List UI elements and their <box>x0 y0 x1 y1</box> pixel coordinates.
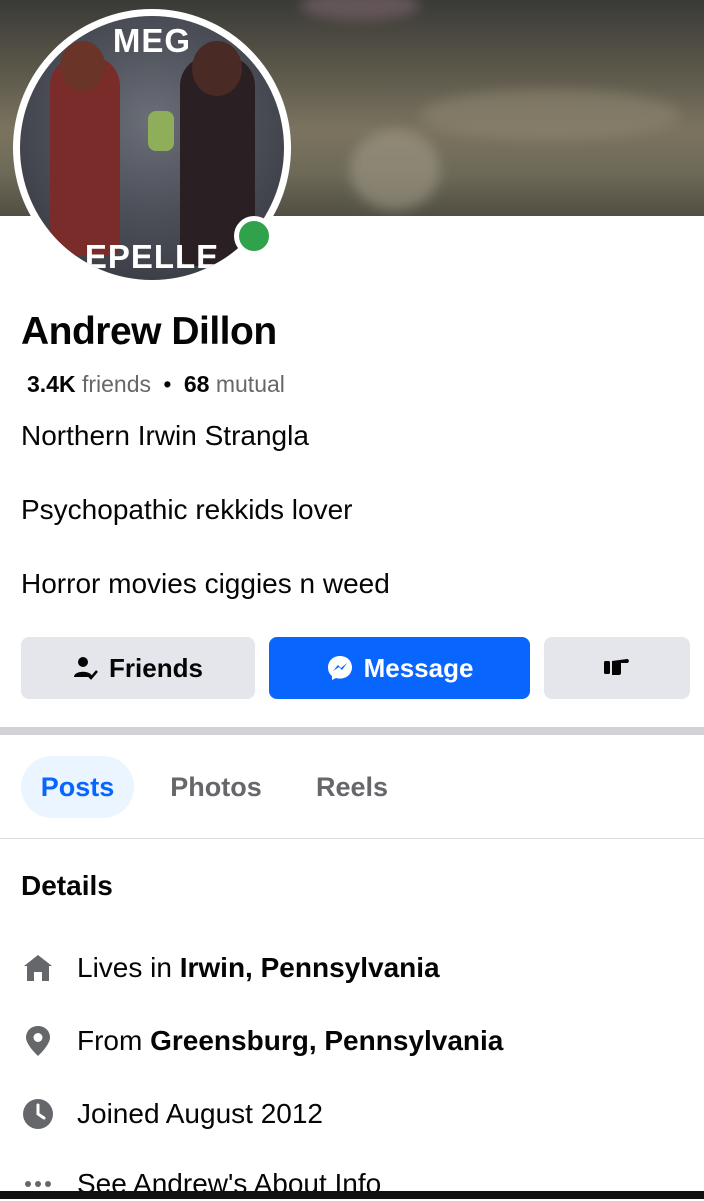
cover-road <box>420 90 680 140</box>
lives-prefix: Lives in <box>77 952 172 983</box>
bio-line-1: Northern Irwin Strangla <box>21 420 309 451</box>
lives-place[interactable]: Irwin, Pennsylvania <box>180 952 440 984</box>
tabs-divider <box>0 838 704 839</box>
poke-hand-icon <box>603 653 631 684</box>
avatar-spray-can <box>148 111 174 151</box>
bio-line-2: Psychopathic rekkids lover <box>21 494 353 525</box>
tab-reels[interactable]: Reels <box>298 756 406 818</box>
cover-figure <box>350 130 440 210</box>
profile-name: Andrew Dillon <box>21 310 277 353</box>
messenger-icon <box>326 654 354 682</box>
detail-from: From Greensburg, Pennsylvania <box>21 1024 503 1058</box>
tab-photos[interactable]: Photos <box>158 756 274 818</box>
details-heading: Details <box>21 870 113 901</box>
friends-button-label: Friends <box>109 652 203 683</box>
joined-text: Joined August 2012 <box>77 1098 323 1129</box>
message-button[interactable]: Message <box>269 637 530 699</box>
avatar-text-top: MEG <box>112 22 192 59</box>
clock-icon <box>21 1097 55 1131</box>
detail-joined: Joined August 2012 <box>21 1097 323 1131</box>
home-icon <box>21 951 55 985</box>
message-button-label: Message <box>363 652 474 683</box>
bottom-edge <box>0 1191 704 1199</box>
location-pin-icon <box>21 1024 55 1058</box>
poke-button[interactable] <box>544 637 690 699</box>
online-status-indicator <box>234 216 274 256</box>
profile-picture[interactable]: MEG EPELLE <box>13 9 291 287</box>
friends-count: 3.4K <box>27 371 76 397</box>
section-divider <box>0 727 704 735</box>
from-prefix: From <box>77 1025 143 1056</box>
counts-separator: • <box>163 371 172 397</box>
tab-posts[interactable]: Posts <box>21 756 134 818</box>
friends-button[interactable]: Friends <box>21 637 255 699</box>
from-place[interactable]: Greensburg, Pennsylvania <box>150 1025 503 1057</box>
mutual-label: mutual <box>215 371 285 397</box>
cover-light-streak <box>300 0 420 20</box>
friend-counts[interactable]: 3.4K friends • 68 mutual <box>27 371 285 398</box>
mutual-count: 68 <box>183 371 210 397</box>
friends-check-icon <box>73 655 99 681</box>
friends-label: friends <box>81 371 152 397</box>
detail-lives-in: Lives in Irwin, Pennsylvania <box>21 951 440 985</box>
bio-line-3: Horror movies ciggies n weed <box>21 568 390 599</box>
